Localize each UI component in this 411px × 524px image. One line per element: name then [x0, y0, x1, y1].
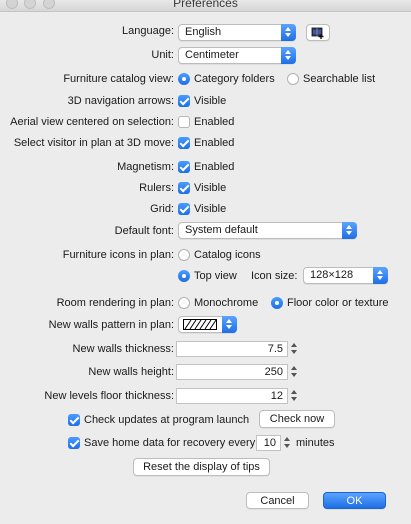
aerial-view-label: Aerial view centered on selection:: [10, 116, 174, 128]
language-value: English: [185, 26, 222, 38]
unit-value: Centimeter: [185, 49, 239, 61]
unit-select[interactable]: Centimeter: [178, 47, 296, 64]
ok-button[interactable]: OK: [323, 492, 386, 509]
default-font-label: Default font:: [114, 225, 174, 237]
category-folders-radio[interactable]: [178, 73, 190, 85]
magnetism-label: Magnetism:: [117, 161, 174, 173]
language-label: Language:: [122, 25, 174, 37]
check-updates-checkbox[interactable]: [68, 414, 80, 426]
rulers-checkbox[interactable]: [178, 182, 190, 194]
top-view-radio[interactable]: [178, 270, 190, 282]
icon-size-label: Icon size:: [251, 270, 298, 282]
walls-height-stepper[interactable]: [290, 364, 299, 379]
floor-color-label: Floor color or texture: [287, 297, 389, 309]
save-recovery-checkbox[interactable]: [68, 437, 80, 449]
cancel-button[interactable]: Cancel: [246, 492, 309, 509]
save-recovery-field[interactable]: 10: [256, 435, 281, 451]
walls-height-field[interactable]: 250: [176, 364, 288, 380]
catalog-icons-label: Catalog icons: [194, 249, 261, 261]
nav-arrows-label: 3D navigation arrows:: [67, 95, 174, 107]
globe-plus-icon: [311, 27, 324, 39]
check-now-button[interactable]: Check now: [259, 410, 335, 428]
catalog-icons-radio[interactable]: [178, 249, 190, 261]
rulers-option: Visible: [194, 182, 227, 194]
monochrome-radio[interactable]: [178, 297, 190, 309]
furniture-icons-label: Furniture icons in plan:: [62, 249, 174, 261]
category-folders-label: Category folders: [194, 73, 275, 85]
select-visitor-option: Enabled: [194, 137, 235, 149]
default-font-value: System default: [185, 224, 258, 236]
levels-floor-value: 12: [270, 390, 283, 402]
save-recovery-value: 10: [263, 437, 276, 449]
reset-tips-button[interactable]: Reset the display of tips: [133, 458, 270, 476]
hatch-pattern-icon: [183, 319, 217, 330]
walls-height-value: 250: [264, 366, 283, 378]
window-title: Preferences: [173, 0, 238, 10]
import-language-button[interactable]: [306, 24, 330, 41]
monochrome-label: Monochrome: [194, 297, 259, 309]
select-visitor-label: Select visitor in plan at 3D move:: [13, 137, 174, 149]
grid-option: Visible: [194, 203, 227, 215]
chevron-updown-icon: [342, 222, 357, 239]
walls-pattern-label: New walls pattern in plan:: [48, 319, 174, 331]
save-recovery-stepper[interactable]: [283, 435, 292, 450]
magnetism-option: Enabled: [194, 161, 235, 173]
aerial-view-option: Enabled: [194, 116, 235, 128]
chevron-updown-icon: [281, 47, 296, 64]
default-font-select[interactable]: System default: [178, 222, 357, 239]
walls-thickness-value: 7.5: [267, 343, 283, 355]
levels-floor-label: New levels floor thickness:: [44, 390, 174, 402]
levels-floor-field[interactable]: 12: [176, 388, 288, 404]
grid-checkbox[interactable]: [178, 203, 190, 215]
walls-thickness-label: New walls thickness:: [72, 343, 174, 355]
searchable-list-radio[interactable]: [287, 73, 299, 85]
grid-label: Grid:: [150, 203, 174, 215]
check-updates-label: Check updates at program launch: [84, 414, 250, 426]
language-select[interactable]: English: [178, 24, 296, 41]
walls-thickness-field[interactable]: 7.5: [176, 341, 288, 357]
floor-color-radio[interactable]: [271, 297, 283, 309]
searchable-list-label: Searchable list: [303, 73, 376, 85]
unit-label: Unit:: [151, 49, 174, 61]
top-view-label: Top view: [194, 270, 237, 282]
select-visitor-checkbox[interactable]: [178, 137, 190, 149]
walls-pattern-select[interactable]: [178, 316, 237, 333]
levels-floor-stepper[interactable]: [290, 388, 299, 403]
title-bar: Preferences: [0, 0, 411, 12]
nav-arrows-option: Visible: [194, 95, 227, 107]
room-rendering-label: Room rendering in plan:: [56, 297, 174, 309]
chevron-updown-icon: [222, 316, 237, 333]
chevron-updown-icon: [373, 267, 388, 284]
aerial-view-checkbox[interactable]: [178, 116, 190, 128]
walls-thickness-stepper[interactable]: [290, 341, 299, 356]
rulers-label: Rulers:: [139, 182, 174, 194]
minutes-label: minutes: [296, 437, 335, 449]
catalog-view-label: Furniture catalog view:: [63, 73, 174, 85]
save-recovery-label: Save home data for recovery every:: [84, 437, 259, 449]
chevron-updown-icon: [281, 24, 296, 41]
icon-size-select[interactable]: 128×128: [303, 267, 388, 284]
walls-height-label: New walls height:: [88, 366, 174, 378]
nav-arrows-checkbox[interactable]: [178, 95, 190, 107]
icon-size-value: 128×128: [310, 269, 354, 281]
magnetism-checkbox[interactable]: [178, 161, 190, 173]
